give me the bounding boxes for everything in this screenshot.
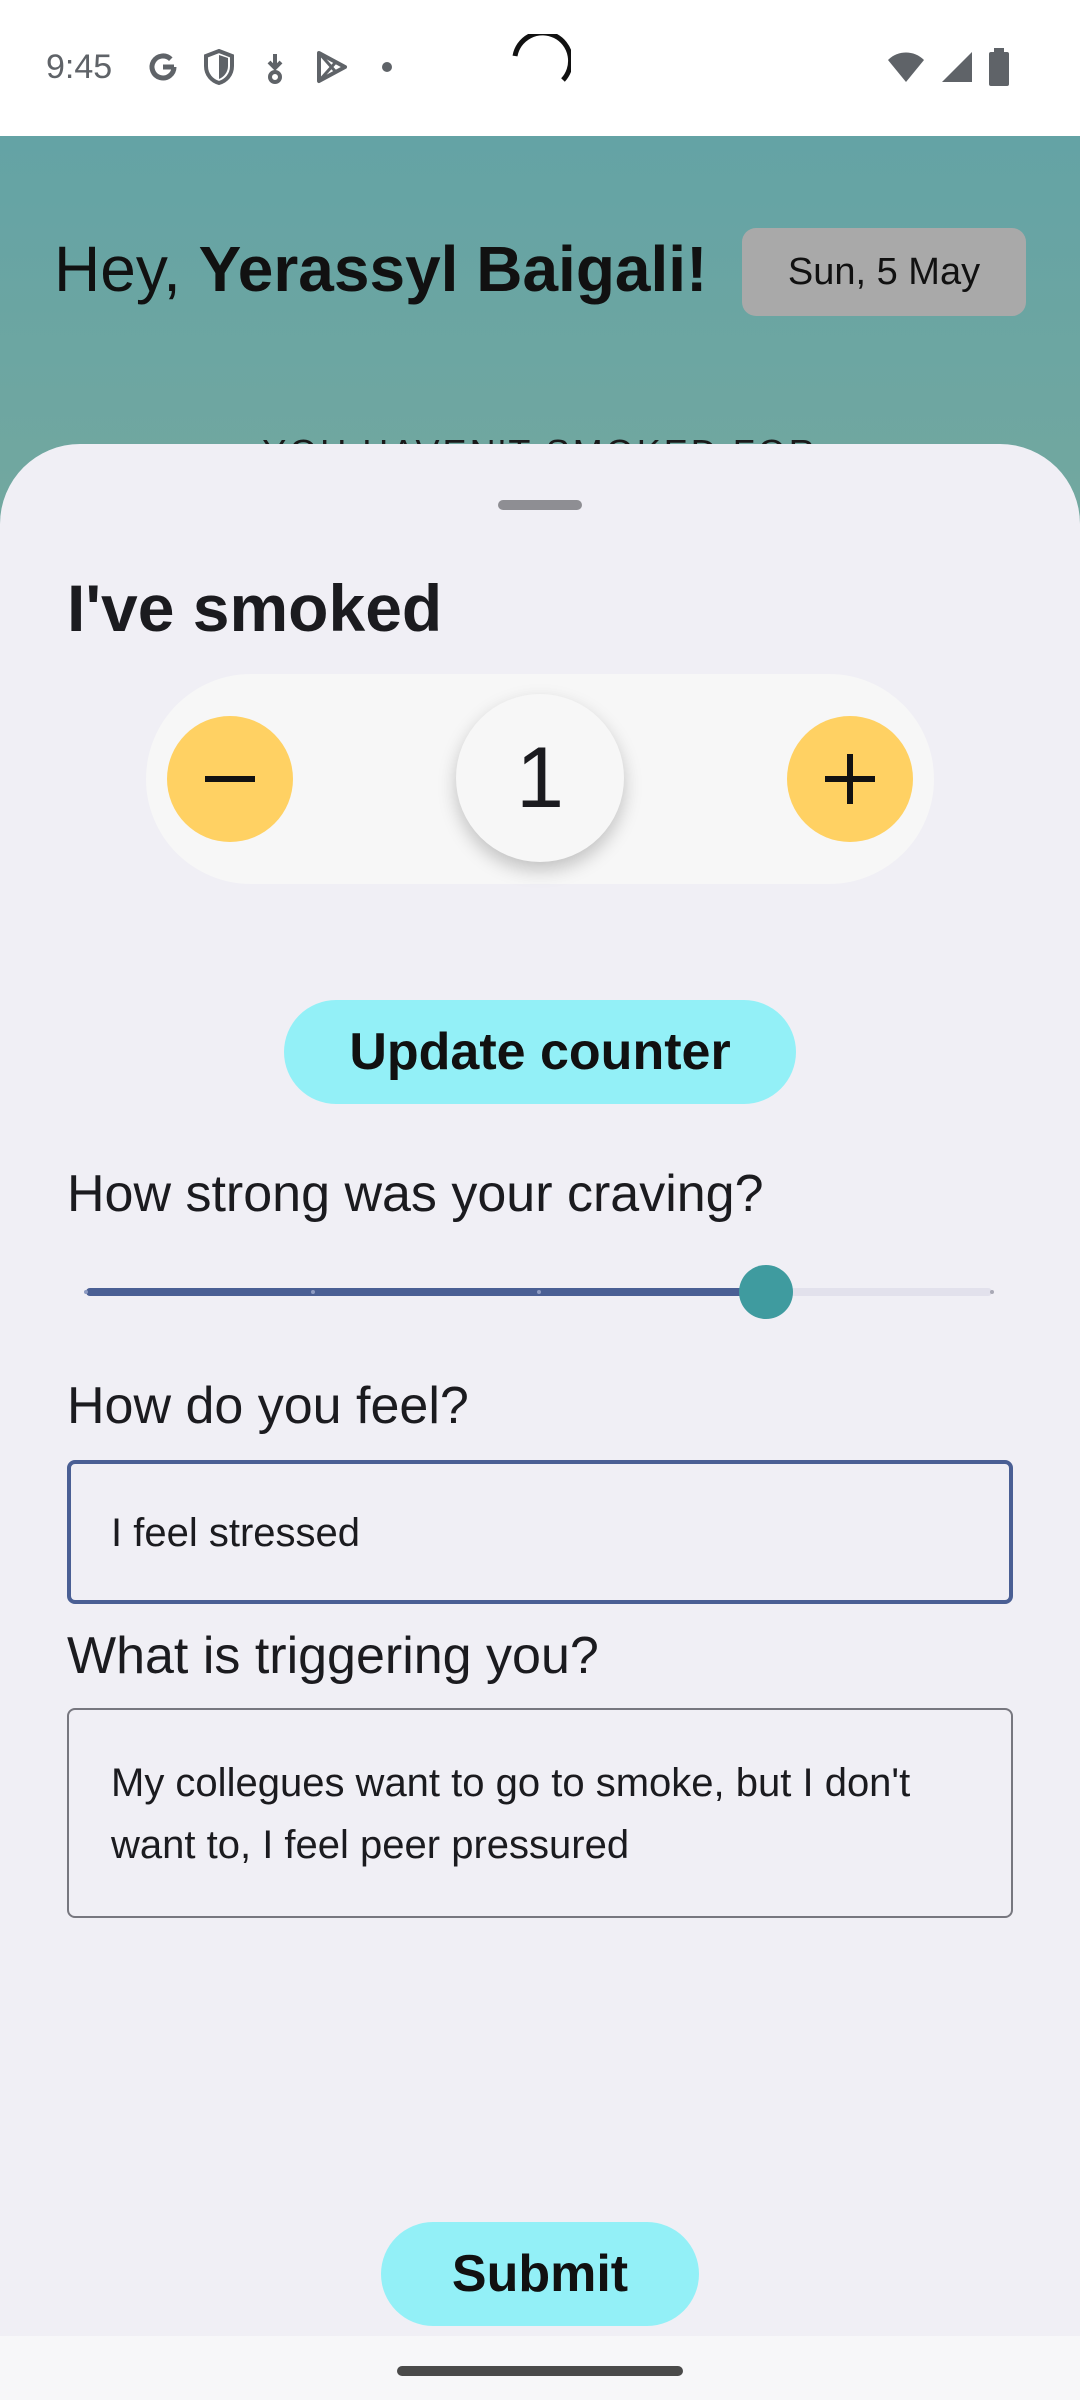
- update-counter-button[interactable]: Update counter: [284, 1000, 796, 1104]
- wifi-icon: [886, 50, 926, 89]
- feel-input[interactable]: I feel stressed: [67, 1460, 1013, 1604]
- navigation-bar: [0, 2336, 1080, 2400]
- greeting: Hey, Yerassyl Baigali!: [54, 232, 707, 306]
- signal-icon: [940, 50, 974, 89]
- increment-button[interactable]: [787, 716, 913, 842]
- trigger-label: What is triggering you?: [67, 1627, 599, 1685]
- decrement-button[interactable]: [167, 716, 293, 842]
- slider-step-tick: [84, 1290, 88, 1294]
- user-name: Yerassyl Baigali!: [198, 233, 708, 305]
- slider-active-track: [86, 1288, 766, 1296]
- slider-step-tick: [537, 1290, 541, 1294]
- craving-slider[interactable]: [84, 1264, 994, 1320]
- status-time: 9:45: [46, 48, 113, 86]
- date-badge[interactable]: Sun, 5 May: [742, 228, 1026, 316]
- trigger-input[interactable]: My collegues want to go to smoke, but I …: [67, 1708, 1013, 1918]
- craving-label: How strong was your craving?: [67, 1165, 764, 1223]
- status-bar: 9:45: [0, 0, 1080, 136]
- google-icon: [144, 48, 182, 86]
- home-indicator[interactable]: [397, 2366, 683, 2376]
- drag-handle[interactable]: [498, 500, 582, 510]
- slider-step-tick: [310, 1290, 315, 1294]
- slider-step-tick: [990, 1290, 994, 1294]
- dot-icon: [368, 48, 406, 86]
- status-icons-left: [144, 48, 406, 86]
- loading-spinner-icon: [505, 30, 574, 100]
- battery-icon: [988, 48, 1010, 91]
- play-store-icon: [312, 48, 350, 86]
- plus-icon: [825, 754, 875, 804]
- counter-value: 1: [456, 694, 624, 862]
- download-icon: [256, 48, 294, 86]
- minus-icon: [205, 776, 255, 782]
- submit-button[interactable]: Submit: [381, 2222, 699, 2326]
- sheet-title: I've smoked: [67, 571, 443, 645]
- log-smoke-bottom-sheet: I've smoked 1 Update counter How strong …: [0, 444, 1080, 2400]
- status-icons-right: [886, 48, 1010, 91]
- greeting-prefix: Hey,: [54, 233, 199, 305]
- cigarette-counter: 1: [146, 674, 934, 884]
- feel-label: How do you feel?: [67, 1377, 469, 1435]
- slider-thumb[interactable]: [738, 1265, 793, 1319]
- shield-icon: [200, 48, 238, 86]
